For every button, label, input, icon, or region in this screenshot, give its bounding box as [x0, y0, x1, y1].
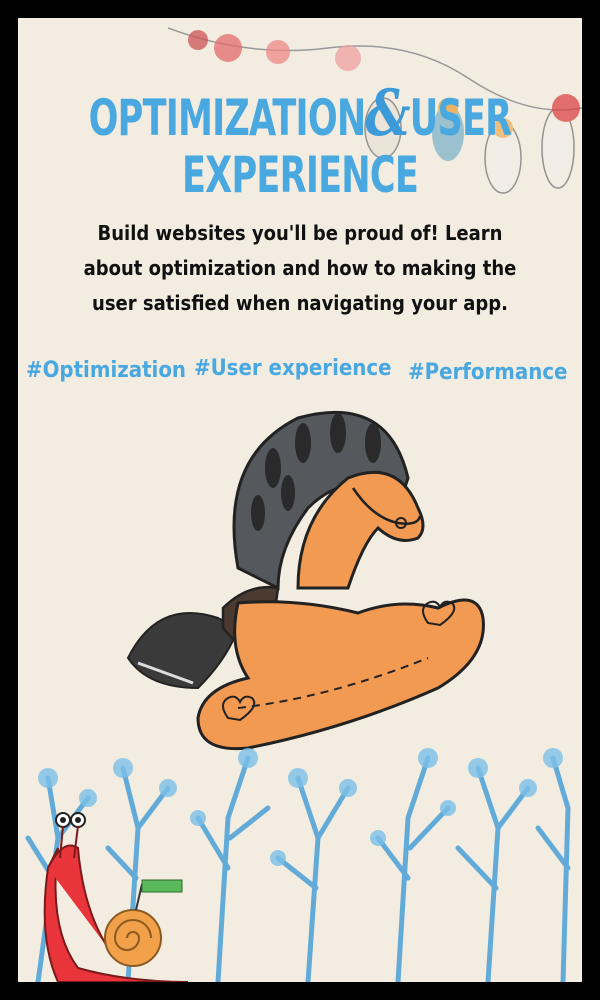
tag-performance: #Performance [408, 360, 568, 385]
description-text: Build websites you'll be proud of! Learn… [83, 221, 517, 315]
title-word-user: USER [409, 89, 512, 147]
title-word-optimization: OPTIMIZATION [88, 89, 367, 147]
tag-optimization: #Optimization [26, 358, 187, 383]
title-line-1: OPTIMIZATION&USER [80, 76, 520, 151]
title-line-2: EXPERIENCE [181, 146, 419, 204]
snail-illustration [43, 812, 189, 982]
rocking-horse-illustration [126, 410, 485, 751]
hashtag-row: #Optimization #User experience #Performa… [18, 356, 582, 398]
poster-frame: OPTIMIZATION&USER EXPERIENCE Build websi… [18, 18, 582, 982]
title-ampersand: & [365, 76, 410, 151]
tag-user-experience: #User experience [194, 356, 392, 381]
